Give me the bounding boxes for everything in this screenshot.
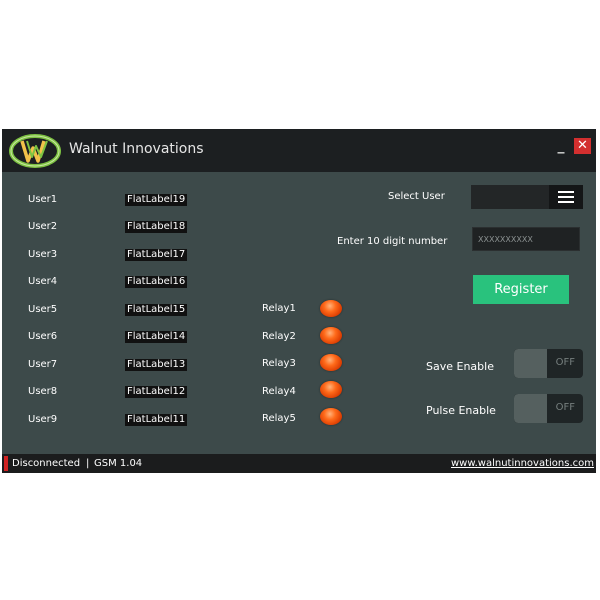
user-value-3: FlatLabel17 [125,249,188,261]
user-label-3: User3 [28,249,58,260]
user-label-9: User9 [28,414,58,425]
toggle-knob [514,349,547,378]
relay-led-3[interactable] [320,354,342,371]
website-link[interactable]: www.walnutinnovations.com [451,457,594,470]
relay-label-3: Relay3 [262,358,296,369]
user-value-2: FlatLabel18 [125,221,188,233]
user-value-8: FlatLabel12 [125,386,188,398]
relay-led-5[interactable] [320,408,342,425]
connection-indicator [4,456,8,471]
phone-label: Enter 10 digit number [337,236,448,247]
toggle-knob [514,394,547,423]
user-value-4: FlatLabel16 [125,276,188,288]
pulse-enable-toggle[interactable]: OFF [514,394,583,423]
relay-label-2: Relay2 [262,331,296,342]
relay-led-1[interactable] [320,300,342,317]
title-bar: Walnut Innovations _ ✕ [2,129,596,172]
user-label-2: User2 [28,221,58,232]
connection-status: Disconnected [12,458,81,469]
status-bar: Disconnected | GSM 1.04 www.walnutinnova… [2,454,596,473]
app-window: Walnut Innovations _ ✕ User1 FlatLabel19… [2,129,596,473]
app-title: Walnut Innovations [69,141,204,157]
toggle-state: OFF [555,402,575,413]
user-label-7: User7 [28,359,58,370]
user-value-7: FlatLabel13 [125,359,188,371]
register-button[interactable]: Register [473,275,569,304]
user-value-9: FlatLabel11 [125,414,188,426]
relay-label-4: Relay4 [262,386,296,397]
user-label-8: User8 [28,386,58,397]
close-button[interactable]: ✕ [574,138,591,154]
select-user-label: Select User [388,191,445,202]
user-value-5: FlatLabel15 [125,304,188,316]
relay-label-1: Relay1 [262,303,296,314]
relay-led-2[interactable] [320,327,342,344]
relay-label-5: Relay5 [262,413,296,424]
version-label: GSM 1.04 [94,458,143,469]
menu-icon[interactable] [549,185,583,209]
walnut-logo-icon [9,134,61,168]
pulse-enable-label: Pulse Enable [426,404,496,417]
user-label-6: User6 [28,331,58,342]
user-label-4: User4 [28,276,58,287]
user-value-1: FlatLabel19 [125,194,188,206]
user-value-6: FlatLabel14 [125,331,188,343]
minimize-button[interactable]: _ [555,137,567,155]
status-separator: | [86,458,90,469]
toggle-state: OFF [555,357,575,368]
user-label-5: User5 [28,304,58,315]
user-label-1: User1 [28,194,58,205]
relay-led-4[interactable] [320,381,342,398]
save-enable-label: Save Enable [426,360,494,373]
save-enable-toggle[interactable]: OFF [514,349,583,378]
select-user-dropdown[interactable] [471,185,583,209]
phone-input[interactable] [472,227,580,251]
